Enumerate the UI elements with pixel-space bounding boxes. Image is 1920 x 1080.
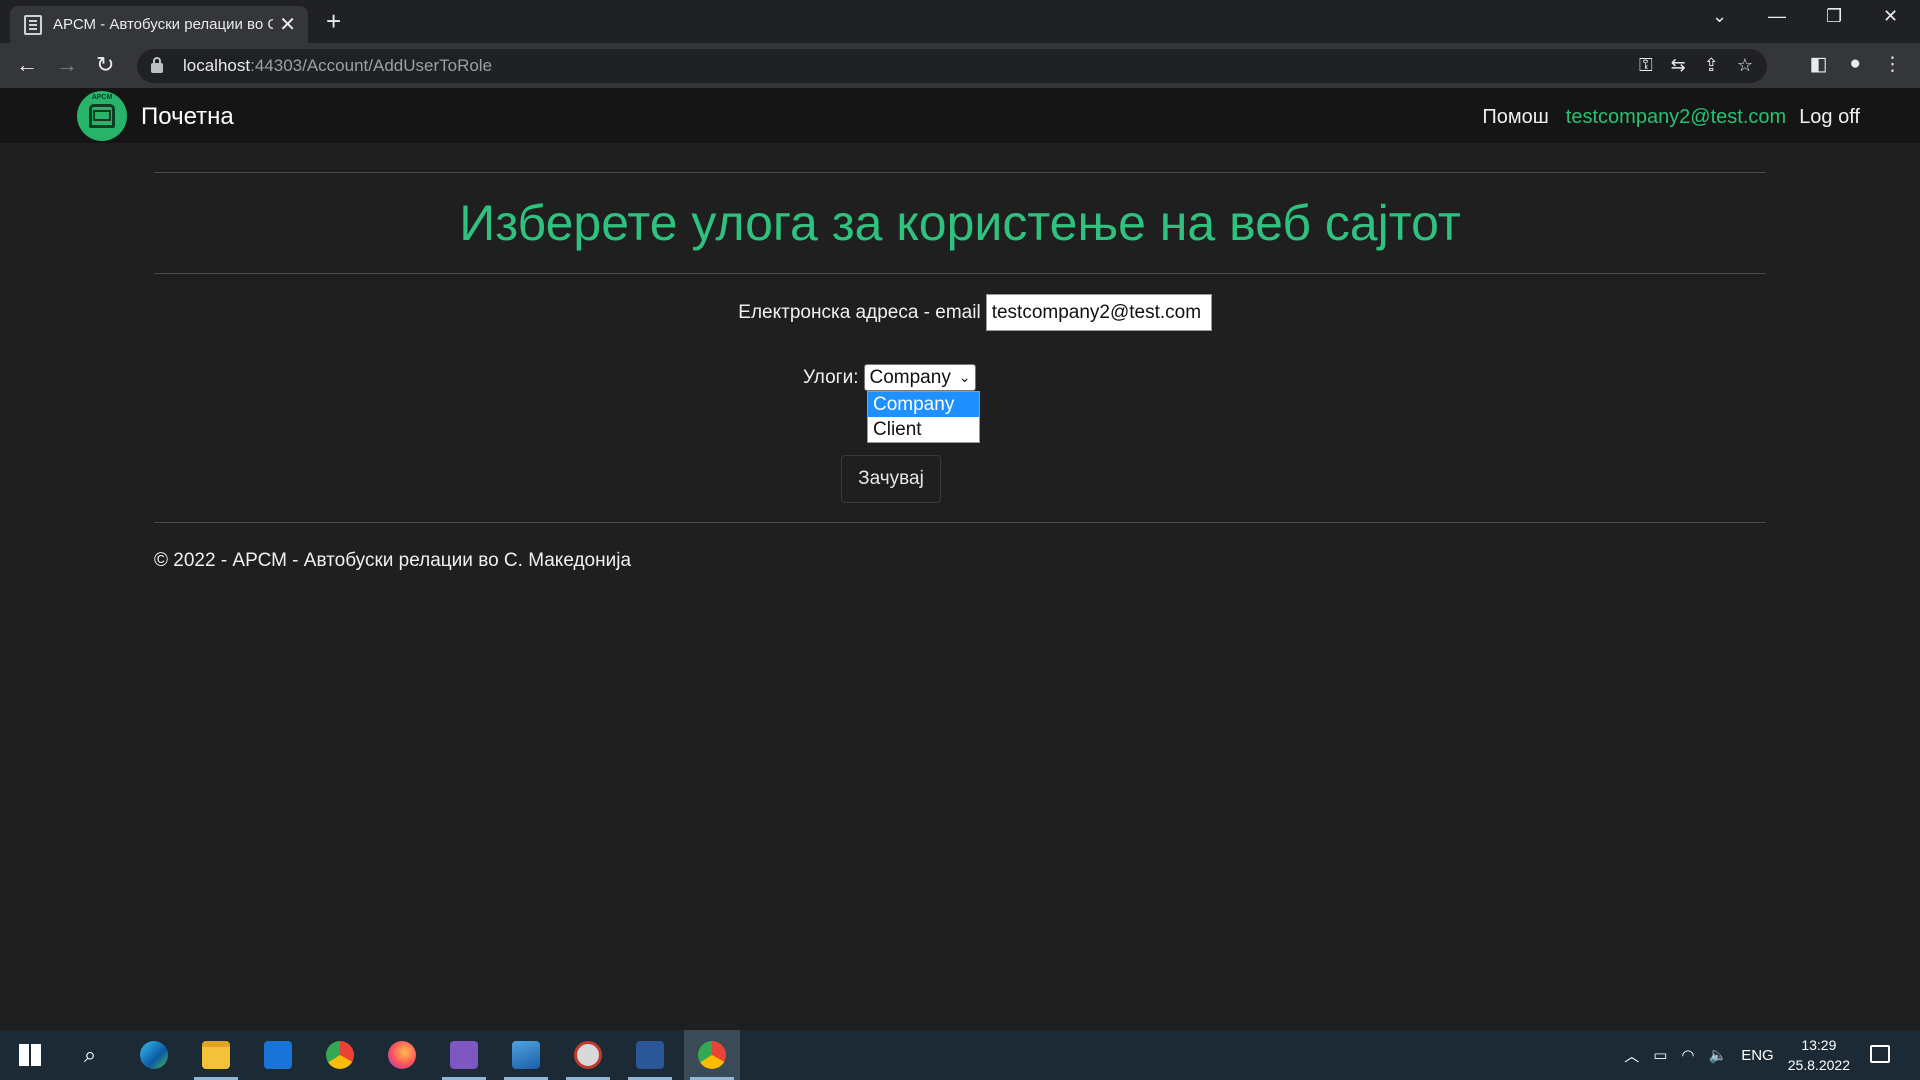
taskbar-snipping[interactable]: [560, 1030, 616, 1080]
battery-icon[interactable]: ▭: [1653, 1046, 1667, 1064]
word-icon: [636, 1041, 664, 1069]
roles-select[interactable]: Company ⌄: [863, 364, 976, 391]
notification-icon[interactable]: [1870, 1045, 1890, 1063]
roles-dropdown-list: Company Client: [867, 391, 980, 443]
new-tab-icon[interactable]: +: [326, 6, 341, 37]
chevron-down-icon: ⌄: [958, 369, 971, 385]
tab-search-chevron-icon[interactable]: ⌄: [1712, 6, 1727, 27]
divider-top: [154, 172, 1766, 173]
windows-logo-icon: [19, 1044, 41, 1066]
chrome-icon: [326, 1041, 354, 1069]
restore-icon[interactable]: ❐: [1826, 6, 1842, 27]
page-title: Изберете улога за користење на веб сајто…: [459, 195, 1461, 251]
system-tray: ︿ ▭ ◠ 🔈 ENG 13:29 25.8.2022: [1624, 1030, 1850, 1080]
key-icon[interactable]: ⚿: [1639, 55, 1653, 76]
minimize-icon[interactable]: —: [1768, 6, 1786, 27]
url-host: localhost: [183, 56, 251, 75]
logo-text: APCM: [91, 94, 113, 101]
page-favicon-icon: [24, 14, 42, 35]
role-option-company[interactable]: Company: [868, 392, 979, 417]
menu-kebab-icon[interactable]: ⋮: [1883, 53, 1902, 76]
email-field[interactable]: [985, 294, 1212, 331]
email-label: Електронска адреса - email: [738, 301, 981, 323]
roles-selected-value: Company: [869, 367, 951, 388]
language-indicator[interactable]: ENG: [1741, 1047, 1774, 1064]
url-path: :44303/Account/AddUserToRole: [250, 56, 493, 75]
help-link[interactable]: Помош: [1482, 106, 1548, 129]
divider-heading: [154, 273, 1766, 274]
start-button[interactable]: [2, 1030, 58, 1080]
browser-tab[interactable]: АРСМ - Автобуски релации во С ✕: [10, 6, 308, 43]
snipping-tool-icon: [574, 1041, 602, 1069]
clock-time: 13:29: [1801, 1037, 1837, 1053]
browser-toolbar: ← → ↻ localhost :44303/Account/AddUserTo…: [0, 43, 1920, 88]
roles-label: Улоги:: [803, 366, 859, 388]
save-button[interactable]: Зачувај: [841, 455, 941, 503]
back-icon[interactable]: ←: [16, 52, 38, 78]
mail-icon: [264, 1041, 292, 1069]
site-logo[interactable]: APCM: [77, 91, 127, 141]
bookmark-star-icon[interactable]: ☆: [1737, 55, 1753, 76]
chevron-up-icon[interactable]: ︿: [1624, 1045, 1639, 1066]
email-row: Електронска адреса - email: [0, 294, 1920, 331]
taskbar-edge[interactable]: [126, 1030, 182, 1080]
home-link[interactable]: Почетна: [141, 103, 234, 131]
share-icon[interactable]: ⇪: [1704, 55, 1719, 76]
edge-icon: [140, 1041, 168, 1069]
footer-copyright: © 2022 - АРСМ - Автобуски релации во С. …: [154, 550, 632, 571]
taskbar-photos[interactable]: [498, 1030, 554, 1080]
user-email-link[interactable]: testcompany2@test.com: [1566, 106, 1786, 129]
logoff-link[interactable]: Log off: [1799, 106, 1860, 129]
taskbar-word[interactable]: [622, 1030, 678, 1080]
volume-icon[interactable]: 🔈: [1709, 1046, 1728, 1064]
clock-date: 25.8.2022: [1787, 1057, 1850, 1073]
lock-icon: [151, 57, 163, 73]
search-icon: ⌕: [83, 1042, 97, 1067]
taskbar-mail[interactable]: [250, 1030, 306, 1080]
divider-footer: [154, 522, 1766, 523]
roles-row: Улоги: Company ⌄: [803, 364, 976, 391]
side-panel-icon[interactable]: ◧: [1810, 53, 1828, 76]
taskbar-chrome[interactable]: [312, 1030, 368, 1080]
tab-close-icon[interactable]: ✕: [279, 12, 296, 37]
forward-icon[interactable]: →: [56, 52, 78, 78]
firefox-icon: [388, 1041, 416, 1069]
close-window-icon[interactable]: ✕: [1883, 6, 1898, 27]
address-bar[interactable]: localhost :44303/Account/AddUserToRole ⚿…: [137, 49, 1767, 83]
tab-title: АРСМ - Автобуски релации во С: [53, 16, 273, 33]
reload-icon[interactable]: ↻: [96, 52, 114, 78]
taskbar-visual-studio[interactable]: [436, 1030, 492, 1080]
photos-icon: [512, 1041, 540, 1069]
taskbar-explorer[interactable]: [188, 1030, 244, 1080]
chrome-icon: [698, 1041, 726, 1069]
clock[interactable]: 13:29 25.8.2022: [1788, 1035, 1850, 1075]
site-navbar: APCM Почетна Помош testcompany2@test.com…: [0, 88, 1920, 143]
wifi-icon[interactable]: ◠: [1681, 1046, 1694, 1064]
profile-icon[interactable]: ●: [1850, 53, 1861, 76]
taskbar-search[interactable]: ⌕: [62, 1030, 118, 1080]
taskbar-firefox[interactable]: [374, 1030, 430, 1080]
windows-taskbar: ⌕ ︿ ▭ ◠ 🔈 ENG 13:29 25.8.2022: [0, 1030, 1920, 1080]
translate-icon[interactable]: ⇆: [1671, 55, 1686, 76]
bus-icon: [89, 104, 115, 128]
taskbar-chrome-active[interactable]: [684, 1030, 740, 1080]
folder-icon: [202, 1041, 230, 1069]
role-option-client[interactable]: Client: [868, 417, 979, 442]
browser-tabbar: АРСМ - Автобуски релации во С ✕ + ⌄ — ❐ …: [0, 0, 1920, 43]
visual-studio-icon: [450, 1041, 478, 1069]
